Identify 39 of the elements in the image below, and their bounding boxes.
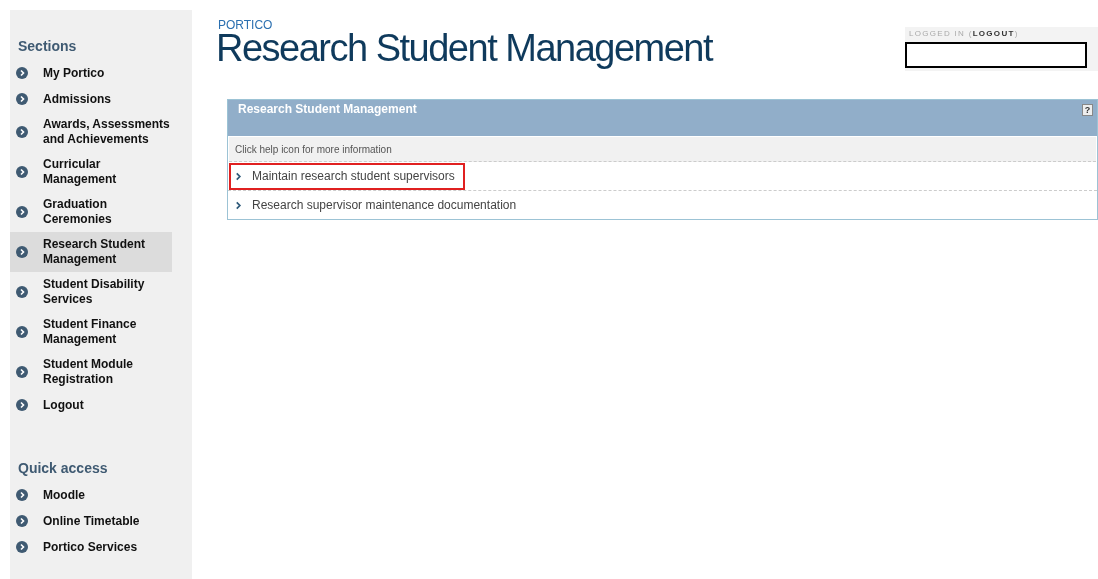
- sidebar-item[interactable]: Student Module Registration: [10, 352, 172, 392]
- sidebar-item[interactable]: Student Disability Services: [10, 272, 172, 312]
- sidebar-heading: Sections: [18, 38, 78, 54]
- login-status: LOGGED IN (: [909, 29, 973, 38]
- sidebar-item[interactable]: Awards, Assessments and Achievements: [10, 112, 172, 152]
- panel-link[interactable]: Maintain research student supervisors: [229, 163, 465, 190]
- chevron-circle-icon: [16, 541, 28, 553]
- chevron-circle-icon: [16, 286, 28, 298]
- sidebar-item[interactable]: Portico Services: [10, 534, 172, 560]
- help-button[interactable]: ?: [1082, 104, 1093, 116]
- chevron-icon: [235, 200, 242, 210]
- chevron-circle-icon: [16, 489, 28, 501]
- chevron-circle-icon: [16, 93, 28, 105]
- sidebar-item[interactable]: Curricular Management: [10, 152, 172, 192]
- chevron-circle-icon: [16, 515, 28, 527]
- sidebar-item[interactable]: Online Timetable: [10, 508, 172, 534]
- chevron-circle-icon: [16, 326, 28, 338]
- sidebar-item[interactable]: Moodle: [10, 482, 172, 508]
- help-hint: Click help icon for more information: [229, 137, 1096, 162]
- chevron-circle-icon: [16, 399, 28, 411]
- chevron-circle-icon: [16, 206, 28, 218]
- chevron-circle-icon: [16, 67, 28, 79]
- sidebar-item[interactable]: Graduation Ceremonies: [10, 192, 172, 232]
- chevron-circle-icon: [16, 366, 28, 378]
- brand-label: PORTICO: [218, 19, 274, 31]
- sidebar-item[interactable]: Admissions: [10, 86, 172, 112]
- chevron-circle-icon: [16, 126, 28, 138]
- sidebar-item[interactable]: Research Student Management: [10, 232, 172, 272]
- logout-link[interactable]: LOGOUT: [972, 29, 1015, 38]
- login-status: ): [1014, 29, 1019, 38]
- panel-link[interactable]: Research supervisor maintenance documentation: [229, 192, 527, 219]
- sidebar-item[interactable]: Logout: [10, 392, 172, 418]
- chevron-circle-icon: [16, 246, 28, 258]
- chevron-icon: [235, 171, 242, 181]
- chevron-circle-icon: [16, 166, 28, 178]
- sidebar-heading: Quick access: [18, 460, 109, 476]
- sidebar-item[interactable]: Student Finance Management: [10, 312, 172, 352]
- sidebar-item[interactable]: My Portico: [10, 60, 172, 86]
- panel-title: Research Student Management: [238, 102, 417, 118]
